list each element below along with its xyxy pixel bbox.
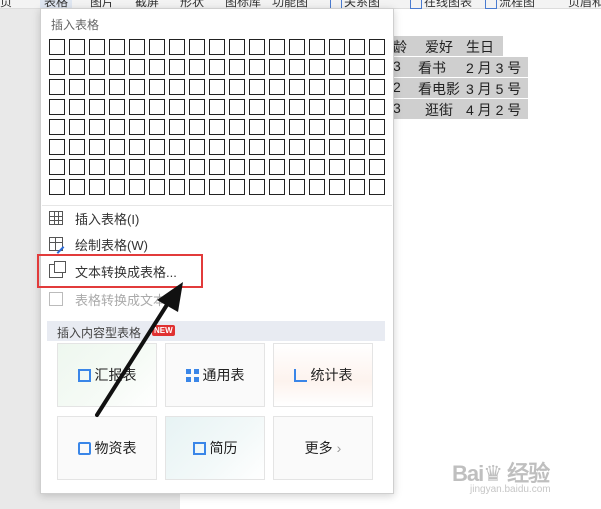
arrow-shaft bbox=[95, 298, 172, 417]
arrow-head bbox=[157, 282, 183, 312]
annotation-arrow bbox=[95, 282, 183, 417]
watermark-url: jingyan.baidu.com bbox=[470, 484, 551, 495]
